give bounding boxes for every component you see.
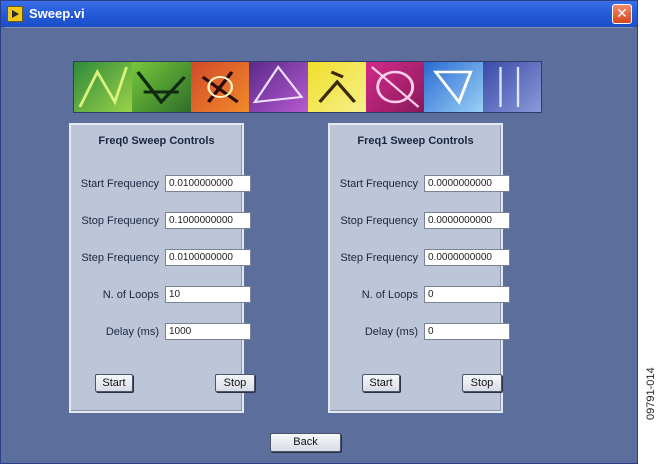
field-label: Step Frequency [81,252,159,264]
field-label: N. of Loops [102,289,159,301]
field-label: Stop Frequency [81,215,159,227]
step-frequency-row: Step Frequency 0.0000000000 [330,249,510,269]
close-button[interactable]: ✕ [612,4,632,24]
field-label: Start Frequency [339,178,418,190]
title-bar[interactable]: Sweep.vi ✕ [1,1,637,27]
banner-segment [482,62,541,112]
front-panel: Freq0 Sweep Controls Start Frequency 0.0… [5,27,633,462]
start-frequency-row: Start Frequency 0.0000000000 [330,175,510,195]
application-window: Sweep.vi ✕ Freq0 Sweep Controls Start Fr… [0,0,638,464]
start-frequency-field[interactable]: 0.0100000000 [165,175,251,192]
banner-segment [249,62,308,112]
start-frequency-row: Start Frequency 0.0100000000 [71,175,251,195]
stop-frequency-field[interactable]: 0.1000000000 [165,212,251,229]
step-frequency-field[interactable]: 0.0000000000 [424,249,510,266]
number-of-loops-field[interactable]: 0 [424,286,510,303]
freq0-start-button[interactable]: Start [95,374,133,392]
field-label: Delay (ms) [105,326,159,338]
number-of-loops-row: N. of Loops 0 [330,286,510,306]
number-of-loops-field[interactable]: 10 [165,286,251,303]
step-frequency-field[interactable]: 0.0100000000 [165,249,251,266]
field-label: N. of Loops [361,289,418,301]
delay-row: Delay (ms) 0 [330,323,510,343]
delay-field[interactable]: 1000 [165,323,251,340]
start-frequency-field[interactable]: 0.0000000000 [424,175,510,192]
stop-frequency-field[interactable]: 0.0000000000 [424,212,510,229]
banner-segment [74,62,133,112]
window-title: Sweep.vi [29,6,85,21]
number-of-loops-row: N. of Loops 10 [71,286,251,306]
freq1-sweep-panel: Freq1 Sweep Controls Start Frequency 0.0… [328,123,510,413]
delay-field[interactable]: 0 [424,323,510,340]
labview-app-icon [7,6,23,22]
banner-segment [132,62,191,112]
field-label: Start Frequency [80,178,159,190]
panel-title: Freq1 Sweep Controls [357,135,474,147]
field-label: Step Frequency [340,252,418,264]
panel-title: Freq0 Sweep Controls [98,135,215,147]
field-label: Delay (ms) [364,326,418,338]
stop-frequency-row: Stop Frequency 0.1000000000 [71,212,251,232]
banner-segment [424,62,483,112]
freq0-stop-button[interactable]: Stop [215,374,255,392]
banner-segment [365,62,425,112]
freq1-start-button[interactable]: Start [362,374,400,392]
banner-segment [307,62,366,112]
field-label: Stop Frequency [340,215,418,227]
freq1-stop-button[interactable]: Stop [462,374,502,392]
back-button[interactable]: Back [270,433,341,452]
banner-segment [190,62,250,112]
freq0-sweep-panel: Freq0 Sweep Controls Start Frequency 0.0… [69,123,255,413]
step-frequency-row: Step Frequency 0.0100000000 [71,249,251,269]
delay-row: Delay (ms) 1000 [71,323,251,343]
figure-id-label: 09791-014 [645,367,657,420]
stop-frequency-row: Stop Frequency 0.0000000000 [330,212,510,232]
banner-image [73,61,542,113]
